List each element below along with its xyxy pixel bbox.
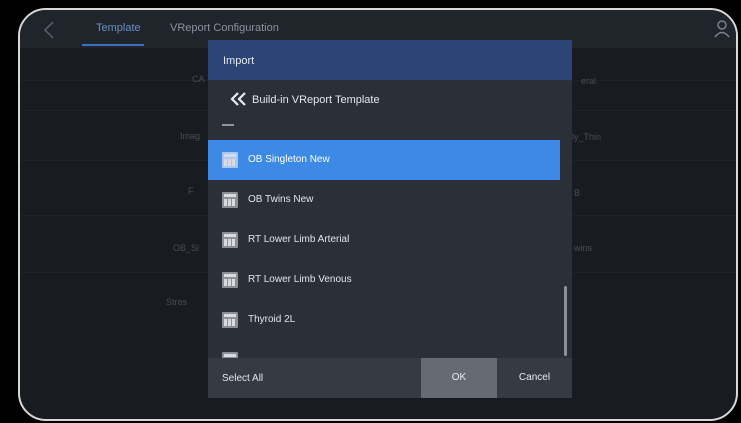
- list-item[interactable]: RT Lower Limb Arterial: [208, 220, 560, 260]
- select-all-button[interactable]: Select All: [222, 373, 263, 384]
- list-item[interactable]: Thyroid 2L: [208, 300, 560, 340]
- ok-button[interactable]: OK: [421, 358, 497, 398]
- dialog-title: Import: [208, 40, 572, 80]
- user-icon[interactable]: [714, 20, 730, 38]
- device-frame: Template VReport Configuration CA Imag F…: [18, 8, 738, 421]
- tab-template[interactable]: Template: [96, 22, 141, 34]
- template-icon: [222, 272, 238, 288]
- list-item-label: RT Lower Limb Arterial: [248, 234, 350, 245]
- active-tab-indicator: [82, 44, 144, 46]
- import-dialog: Import Build-in VReport Template OB Sing…: [208, 40, 572, 398]
- list-item[interactable]: OB Singleton New: [208, 140, 560, 180]
- breadcrumb[interactable]: Build-in VReport Template: [208, 80, 572, 120]
- list-item[interactable]: OB Twins New: [208, 180, 560, 220]
- list-item-label: OB Singleton New: [248, 154, 330, 165]
- list-item[interactable]: [208, 340, 560, 358]
- template-list[interactable]: OB Singleton New OB Twins New RT Lower L…: [208, 140, 560, 358]
- template-icon: [222, 312, 238, 328]
- list-item-label: RT Lower Limb Venous: [248, 274, 352, 285]
- back-chevron-icon[interactable]: [42, 20, 56, 40]
- tab-vreport-configuration[interactable]: VReport Configuration: [170, 22, 279, 34]
- template-icon: [222, 152, 238, 168]
- cancel-button[interactable]: Cancel: [497, 358, 572, 398]
- dialog-footer: Select All OK Cancel: [208, 358, 572, 398]
- collapse-dash-icon: [222, 124, 234, 126]
- double-chevron-left-icon[interactable]: [230, 92, 248, 106]
- template-icon: [222, 232, 238, 248]
- breadcrumb-label: Build-in VReport Template: [252, 94, 380, 106]
- template-icon: [222, 192, 238, 208]
- list-item-label: OB Twins New: [248, 194, 314, 205]
- list-item-label: Thyroid 2L: [248, 314, 296, 325]
- list-item[interactable]: RT Lower Limb Venous: [208, 260, 560, 300]
- list-scrollbar[interactable]: [564, 286, 567, 356]
